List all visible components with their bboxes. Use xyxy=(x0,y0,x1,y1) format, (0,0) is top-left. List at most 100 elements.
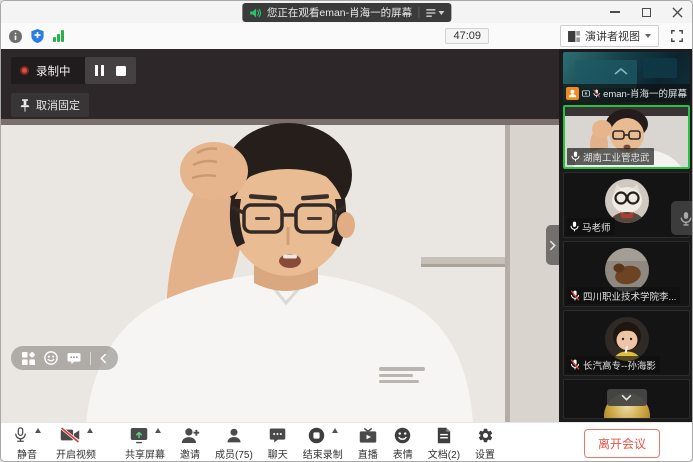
participant-name: 马老师 xyxy=(582,220,611,234)
participant-tile-screen-share[interactable]: eman-肖海一的屏幕 xyxy=(563,52,690,102)
document-icon xyxy=(437,427,451,444)
record-dot-icon xyxy=(20,66,29,75)
grid-layout-icon xyxy=(22,352,35,365)
mute-button[interactable]: 静音 xyxy=(13,426,41,461)
reaction-button[interactable] xyxy=(44,351,58,365)
close-button[interactable] xyxy=(670,5,684,19)
meeting-timer: 47:09 xyxy=(445,28,489,44)
live-button[interactable]: 直播 xyxy=(358,426,378,461)
screen-icon xyxy=(582,89,590,98)
recording-controls xyxy=(85,57,136,84)
invite-label: 邀请 xyxy=(180,446,200,461)
screen-share-badge xyxy=(566,87,579,100)
chat-quick-button[interactable] xyxy=(67,352,81,365)
chevron-right-icon xyxy=(549,240,556,251)
unpin-button[interactable]: 取消固定 xyxy=(11,93,89,117)
collapse-pill-button[interactable] xyxy=(100,353,107,364)
participant-name: eman-肖海一的屏幕 xyxy=(603,86,687,100)
chat-label: 聊天 xyxy=(268,446,288,461)
caret-down-icon xyxy=(645,34,651,38)
docs-label: 文档(2) xyxy=(428,446,460,461)
maximize-icon xyxy=(642,8,651,17)
stop-recording-button[interactable] xyxy=(116,66,126,76)
close-icon xyxy=(672,7,683,18)
mute-label: 静音 xyxy=(17,446,37,461)
participant-label: 湖南工业管忠武 xyxy=(567,148,654,165)
chat-button[interactable]: 聊天 xyxy=(268,426,288,461)
minimize-button[interactable] xyxy=(608,5,622,19)
collapse-tiles-button[interactable] xyxy=(607,389,647,406)
pin-icon xyxy=(20,99,30,112)
statusbar-left xyxy=(9,29,64,43)
mic-icon xyxy=(680,211,692,226)
start-video-label: 开启视频 xyxy=(56,446,96,461)
smiley-icon xyxy=(44,351,58,365)
stop-record-label: 结束录制 xyxy=(303,446,343,461)
floating-mic-button[interactable] xyxy=(671,201,692,235)
participant-label: 四川职业技术学院李... xyxy=(566,287,680,304)
bottom-toolbar: 静音 开启视频 xyxy=(1,422,692,462)
muted-mic-icon xyxy=(570,290,580,301)
start-video-button[interactable]: 开启视频 xyxy=(56,426,96,461)
mic-options-caret[interactable] xyxy=(35,428,41,433)
camera-off-icon xyxy=(60,427,80,443)
notification-text: 您正在观看eman-肖海一的屏幕 xyxy=(267,5,412,20)
network-signal-icon[interactable] xyxy=(53,30,64,42)
cat-avatar xyxy=(605,179,649,223)
view-mode-button[interactable]: 演讲者视图 xyxy=(560,25,659,47)
pause-recording-button[interactable] xyxy=(95,65,104,76)
fullscreen-button[interactable] xyxy=(670,29,684,43)
statusbar-right: 47:09 演讲者视图 xyxy=(445,25,684,47)
recording-label: 录制中 xyxy=(36,63,71,79)
leave-meeting-button[interactable]: 离开会议 xyxy=(584,429,660,458)
participant-name: 长汽高专--孙海影 xyxy=(583,358,656,372)
layout-icon xyxy=(568,31,580,42)
watching-screen-notification[interactable]: 您正在观看eman-肖海一的屏幕 xyxy=(242,3,451,22)
chevron-down-icon xyxy=(621,394,632,401)
notification-menu-icon[interactable] xyxy=(425,8,444,18)
stop-record-icon xyxy=(308,427,325,444)
avatar xyxy=(605,317,649,361)
emoji-button[interactable]: 表情 xyxy=(393,426,413,461)
settings-button[interactable]: 设置 xyxy=(475,426,495,461)
invite-button[interactable]: 邀请 xyxy=(180,426,200,461)
unpin-label: 取消固定 xyxy=(36,97,80,113)
share-screen-button[interactable]: 共享屏幕 xyxy=(125,426,165,461)
main-speaker-video[interactable]: 录制中 取消固定 xyxy=(1,49,559,422)
gear-icon xyxy=(477,427,494,444)
share-options-caret[interactable] xyxy=(155,428,161,433)
emoji-icon xyxy=(394,427,411,444)
recording-indicator: 录制中 xyxy=(11,57,136,84)
chat-bubble-icon xyxy=(67,352,81,365)
layout-switch-button[interactable] xyxy=(22,352,35,365)
muted-mic-icon xyxy=(593,88,600,99)
members-label: 成员(75) xyxy=(215,446,253,461)
meeting-window: 您正在观看eman-肖海一的屏幕 xyxy=(0,0,693,462)
avatar xyxy=(605,248,649,292)
docs-button[interactable]: 文档(2) xyxy=(428,426,460,461)
participant-tile-partial[interactable] xyxy=(563,379,690,419)
sidebar-collapse-handle[interactable] xyxy=(546,225,559,265)
chat-icon xyxy=(269,427,286,444)
content-area: 录制中 取消固定 xyxy=(1,49,692,422)
mic-icon xyxy=(571,151,580,162)
avatar xyxy=(605,179,649,223)
participant-tile-active-speaker[interactable]: 湖南工业管忠武 xyxy=(563,105,690,169)
muted-mic-icon xyxy=(570,359,580,370)
security-shield-icon[interactable] xyxy=(31,29,44,43)
statusbar: 47:09 演讲者视图 xyxy=(1,23,692,49)
child-avatar xyxy=(605,317,649,361)
members-icon xyxy=(226,427,242,444)
dog-avatar xyxy=(605,248,649,292)
maximize-button[interactable] xyxy=(639,5,653,19)
caret-down-icon xyxy=(438,11,444,15)
stop-record-button[interactable]: 结束录制 xyxy=(303,426,343,461)
meeting-info-icon[interactable] xyxy=(9,30,22,43)
window-controls xyxy=(608,1,684,23)
video-options-caret[interactable] xyxy=(87,428,93,433)
participant-tile[interactable]: 四川职业技术学院李... xyxy=(563,241,690,307)
record-options-caret[interactable] xyxy=(332,428,338,433)
participant-tile[interactable]: 长汽高专--孙海影 xyxy=(563,310,690,376)
minimize-icon xyxy=(610,11,620,13)
members-button[interactable]: 成员(75) xyxy=(215,426,253,461)
